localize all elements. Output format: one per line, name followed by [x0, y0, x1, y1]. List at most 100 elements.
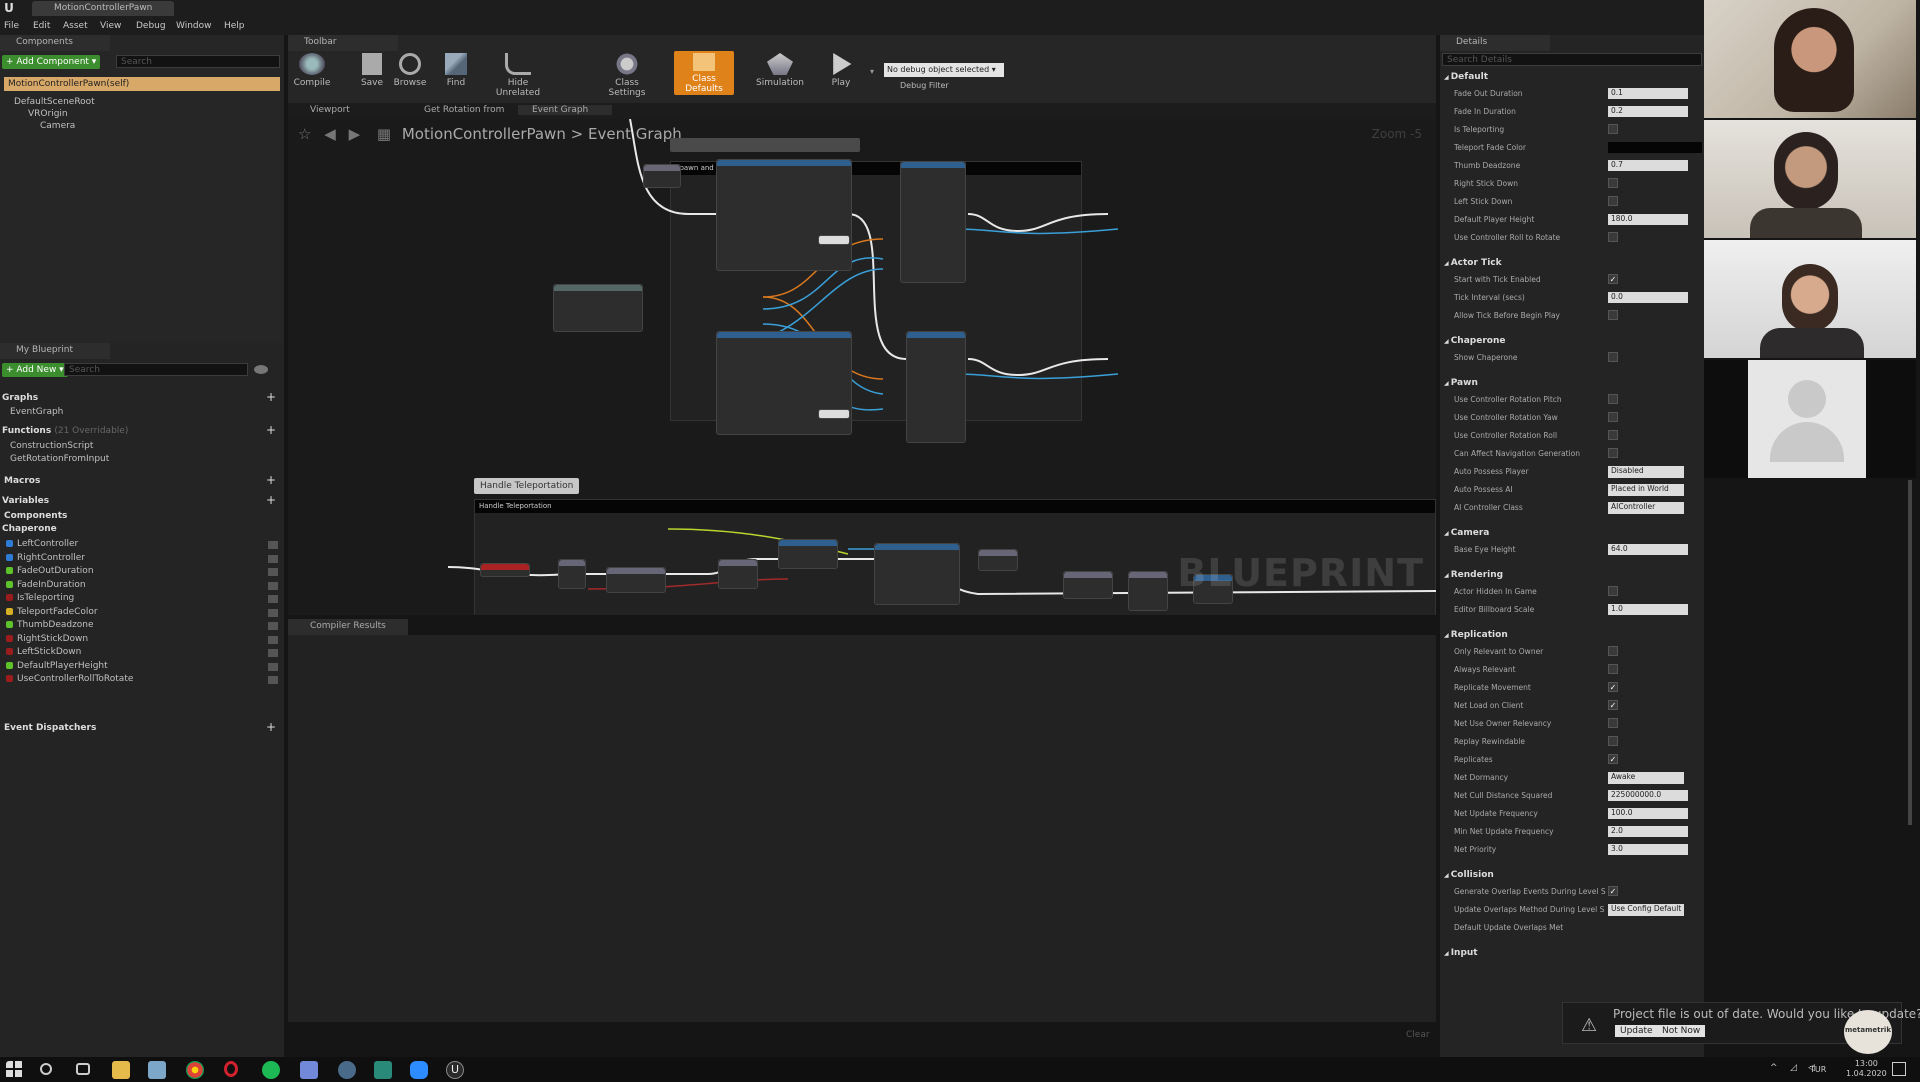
variable-row[interactable]: UseControllerRollToRotate [6, 674, 278, 686]
clear-button[interactable]: Clear [1406, 1030, 1430, 1040]
property-checkbox[interactable] [1608, 448, 1618, 458]
variable-visibility-icon[interactable] [268, 595, 278, 603]
property-checkbox[interactable] [1608, 232, 1618, 242]
notifications-icon[interactable] [1892, 1062, 1906, 1076]
property-checkbox[interactable] [1608, 124, 1618, 134]
visibility-eye-icon[interactable] [254, 365, 268, 374]
class-settings-button[interactable]: Class Settings [598, 53, 656, 98]
property-checkbox[interactable] [1608, 736, 1618, 746]
event-dispatchers-section[interactable]: Event Dispatchers [4, 723, 96, 733]
property-checkbox[interactable] [1608, 664, 1618, 674]
chrome-icon[interactable] [186, 1061, 204, 1079]
steam-icon[interactable] [338, 1061, 356, 1079]
menu-window[interactable]: Window [176, 21, 212, 31]
graph-node[interactable] [553, 284, 643, 332]
debug-object-select[interactable]: No debug object selected ▾ [884, 63, 1004, 77]
property-checkbox[interactable] [1608, 178, 1618, 188]
property-checkbox[interactable]: ✓ [1608, 682, 1618, 692]
variable-row[interactable]: DefaultPlayerHeight [6, 661, 278, 673]
graphs-section[interactable]: Graphs [2, 393, 38, 403]
property-dropdown[interactable]: Awake [1608, 772, 1684, 784]
property-number-input[interactable]: 3.0 [1608, 844, 1688, 855]
variable-visibility-icon[interactable] [268, 554, 278, 563]
variable-visibility-icon[interactable] [268, 608, 278, 617]
compile-button[interactable]: Compile [288, 53, 336, 88]
tree-item-defaultsceneroot[interactable]: DefaultSceneRoot [14, 97, 95, 107]
menu-file[interactable]: File [4, 21, 19, 31]
graph-node[interactable] [1128, 571, 1168, 611]
variable-visibility-icon[interactable] [268, 662, 278, 671]
event-graph-canvas[interactable]: ☆ ◀ ▶ ▦ MotionControllerPawn > Event Gra… [288, 119, 1436, 615]
property-dropdown[interactable]: AIController [1608, 502, 1684, 514]
components-category[interactable]: Components [4, 511, 67, 521]
property-number-input[interactable]: 1.0 [1608, 604, 1688, 615]
variable-row[interactable]: RightStickDown [6, 634, 278, 646]
graph-node-field[interactable] [818, 235, 850, 245]
property-number-input[interactable]: 180.0 [1608, 214, 1688, 225]
details-category[interactable]: ◢ Chaperone [1444, 336, 1505, 346]
tab-get-rotation[interactable]: Get Rotation from [424, 105, 504, 115]
graph-node[interactable] [1063, 571, 1113, 599]
compiler-results-tab[interactable]: Compiler Results [288, 619, 408, 635]
variable-row[interactable]: LeftController [6, 539, 278, 551]
functions-section[interactable]: Functions (21 Overridable) [2, 426, 128, 436]
language-indicator[interactable]: TUR [1810, 1065, 1826, 1074]
tab-event-graph[interactable]: Event Graph [518, 105, 613, 115]
self-component-row[interactable]: MotionControllerPawn(self) [4, 77, 280, 91]
add-function-icon[interactable]: + [266, 423, 276, 437]
graph-node[interactable] [906, 331, 966, 443]
tree-item-vrorigin[interactable]: VROrigin [28, 109, 68, 119]
variable-visibility-icon[interactable] [268, 676, 278, 684]
variable-visibility-icon[interactable] [268, 541, 278, 549]
details-category[interactable]: ◢ Camera [1444, 528, 1489, 538]
update-button[interactable]: Update [1615, 1025, 1658, 1037]
graph-node[interactable] [643, 164, 681, 188]
details-tab[interactable]: Details [1440, 35, 1550, 51]
graph-node[interactable] [978, 549, 1018, 571]
components-tab[interactable]: Components [0, 35, 110, 51]
property-checkbox[interactable] [1608, 394, 1618, 404]
details-category[interactable]: ◢ Input [1444, 948, 1478, 958]
hide-unrelated-button[interactable]: Hide Unrelated [486, 53, 550, 98]
property-checkbox[interactable] [1608, 352, 1618, 362]
not-now-button[interactable]: Not Now [1657, 1025, 1706, 1037]
variable-row[interactable]: FadeOutDuration [6, 566, 278, 578]
function-item-getrotation[interactable]: GetRotationFromInput [10, 454, 109, 464]
add-graph-icon[interactable]: + [266, 390, 276, 404]
property-number-input[interactable]: 0.0 [1608, 292, 1688, 303]
property-checkbox[interactable] [1608, 310, 1618, 320]
property-color-swatch[interactable] [1608, 142, 1702, 153]
variable-visibility-icon[interactable] [268, 581, 278, 590]
property-checkbox[interactable]: ✓ [1608, 700, 1618, 710]
function-item-construction[interactable]: ConstructionScript [10, 441, 93, 451]
property-checkbox[interactable]: ✓ [1608, 274, 1618, 284]
details-category[interactable]: ◢ Collision [1444, 870, 1494, 880]
play-button[interactable]: Play [818, 53, 864, 88]
find-button[interactable]: Find [432, 53, 480, 88]
search-icon[interactable] [40, 1063, 52, 1075]
document-tab[interactable]: MotionControllerPawn [32, 1, 174, 16]
add-macro-icon[interactable]: + [266, 473, 276, 487]
zoom-icon[interactable] [410, 1061, 428, 1079]
network-icon[interactable]: ◿ [1790, 1063, 1797, 1073]
property-checkbox[interactable] [1608, 196, 1618, 206]
windows-start-icon[interactable] [6, 1061, 24, 1079]
graph-node-field[interactable] [818, 409, 850, 419]
tree-item-camera[interactable]: Camera [40, 121, 75, 131]
variable-visibility-icon[interactable] [268, 649, 278, 657]
details-category[interactable]: ◢ Pawn [1444, 378, 1478, 388]
details-category[interactable]: ◢ Default [1444, 72, 1488, 82]
graph-node[interactable] [606, 567, 666, 593]
variable-visibility-icon[interactable] [268, 568, 278, 576]
property-dropdown[interactable]: Use Config Default [1608, 904, 1684, 916]
variable-row[interactable]: ThumbDeadzone [6, 620, 278, 632]
add-variable-icon[interactable]: + [266, 493, 276, 507]
variables-section[interactable]: Variables [2, 496, 49, 506]
my-blueprint-tab[interactable]: My Blueprint [0, 343, 110, 359]
menu-asset[interactable]: Asset [63, 21, 88, 31]
tray-chevron-icon[interactable]: ^ [1770, 1063, 1778, 1073]
graph-node[interactable] [778, 539, 838, 569]
variable-row[interactable]: RightController [6, 553, 278, 565]
add-new-button[interactable]: + Add New ▾ [2, 363, 68, 377]
app-icon[interactable] [148, 1061, 166, 1079]
